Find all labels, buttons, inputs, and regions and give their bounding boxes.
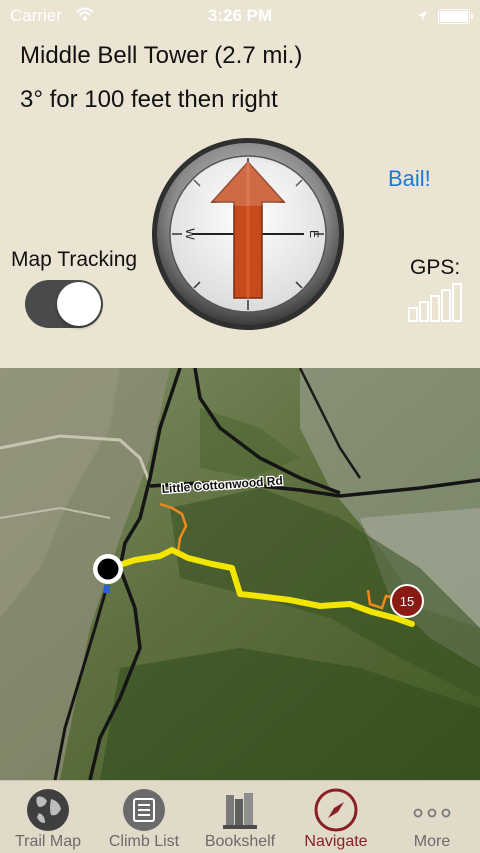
- map-satellite-view: Little Cottonwood Rd 15: [0, 368, 480, 780]
- toggle-knob: [57, 282, 101, 326]
- compass-dial: W E: [150, 136, 346, 332]
- tab-label: Navigate: [304, 833, 368, 850]
- tab-label: Trail Map: [14, 833, 82, 850]
- clock-time: 3:26 PM: [207, 6, 273, 25]
- compass-east-letter: E: [307, 230, 321, 238]
- tab-more[interactable]: More: [384, 781, 480, 853]
- tab-bar: Trail Map Climb List Bookshelf Navigate …: [0, 780, 480, 853]
- status-bar: Carrier 3:26 PM: [0, 0, 480, 32]
- trail-map[interactable]: Little Cottonwood Rd 15: [0, 368, 480, 780]
- more-dots-icon: [409, 787, 455, 833]
- tab-bookshelf[interactable]: Bookshelf: [192, 781, 288, 853]
- tab-navigate[interactable]: Navigate: [288, 781, 384, 853]
- tab-climb-list[interactable]: Climb List: [96, 781, 192, 853]
- tab-label: Climb List: [108, 833, 180, 850]
- tab-trail-map[interactable]: Trail Map: [0, 781, 96, 853]
- globe-icon: [25, 787, 71, 833]
- tab-label: Bookshelf: [204, 833, 276, 850]
- books-icon: [217, 787, 263, 833]
- location-arrow-icon: [416, 7, 428, 27]
- battery-icon: [438, 9, 473, 24]
- map-tracking-toggle[interactable]: [25, 280, 103, 328]
- destination-title: Middle Bell Tower (2.7 mi.): [20, 42, 303, 69]
- bail-button[interactable]: Bail!: [388, 166, 431, 192]
- gps-signal-icon: [408, 282, 468, 322]
- tab-label: More: [413, 833, 451, 850]
- map-tracking-label: Map Tracking: [11, 248, 138, 271]
- list-icon: [121, 787, 167, 833]
- compass-west-letter: W: [183, 228, 197, 240]
- compass-icon: [313, 787, 359, 833]
- map-marker-number[interactable]: 15: [400, 594, 414, 609]
- direction-instruction: 3° for 100 feet then right: [20, 86, 278, 113]
- gps-label: GPS:: [410, 256, 461, 279]
